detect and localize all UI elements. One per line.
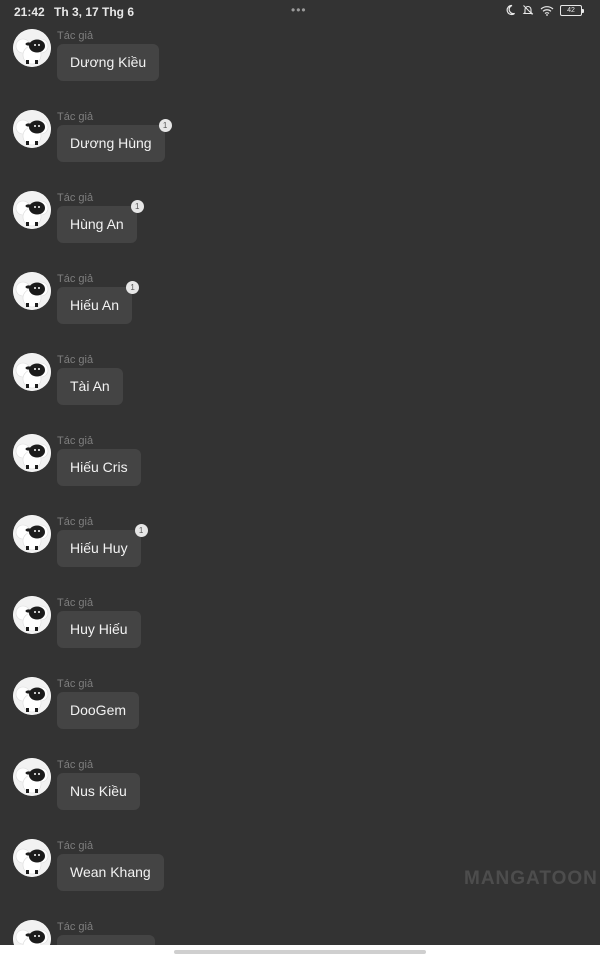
author-role-label: Tác giả <box>57 273 94 285</box>
message-item: Tác giả Nus Kiều <box>0 758 600 839</box>
message-item: Tác giả Huy Hiếu <box>0 596 600 677</box>
message-item: Tác giả Hiếu Huy 1 <box>0 515 600 596</box>
message-bubble[interactable]: Nus Kiều <box>57 773 140 810</box>
message-bubble[interactable]: Hiếu An 1 <box>57 281 140 324</box>
message-bubble[interactable]: Dương Hùng 1 <box>57 119 172 162</box>
bell-off-icon <box>522 4 534 16</box>
avatar[interactable] <box>13 353 51 391</box>
message-item: Tác giả Dương Hùng 1 <box>0 110 600 191</box>
author-role-label: Tác giả <box>57 516 94 528</box>
author-role-label: Tác giả <box>57 678 94 690</box>
message-text: DooGem <box>70 702 127 718</box>
message-item: Tác giả Hiếu Cris <box>0 434 600 515</box>
watermark-logo: MANGATOON <box>464 868 598 889</box>
more-dots-icon: ••• <box>291 3 307 17</box>
moon-icon <box>504 4 516 16</box>
message-text: Dương Hùng <box>70 135 152 151</box>
author-role-label: Tác giả <box>57 111 94 123</box>
message-text: Huy Hiếu <box>70 621 128 637</box>
message-list[interactable]: Tác giả Dương Kiều Tác giả Dương Hùng 1 T… <box>0 0 600 960</box>
avatar[interactable] <box>13 839 51 877</box>
avatar[interactable] <box>13 596 51 634</box>
avatar[interactable] <box>13 515 51 553</box>
message-item: Tác giả Dương Kiều <box>0 29 600 110</box>
message-item: Tác giả DooGem <box>0 677 600 758</box>
author-role-label: Tác giả <box>57 30 94 42</box>
author-role-label: Tác giả <box>57 435 94 447</box>
home-indicator[interactable] <box>174 950 426 954</box>
message-item: Tác giả Hùng An 1 <box>0 191 600 272</box>
avatar[interactable] <box>13 677 51 715</box>
unread-badge: 1 <box>126 281 140 294</box>
status-bar: 21:42 Th 3, 17 Thg 6 ••• 42 <box>0 0 600 24</box>
status-time: 21:42 <box>14 5 45 19</box>
message-bubble[interactable]: Dương Kiều <box>57 44 160 81</box>
message-text: Nus Kiều <box>70 783 127 799</box>
author-role-label: Tác giả <box>57 840 94 852</box>
message-text: Tài An <box>70 378 110 394</box>
avatar[interactable] <box>13 29 51 67</box>
message-bubble[interactable]: DooGem <box>57 692 140 729</box>
avatar[interactable] <box>13 272 51 310</box>
status-icons: 42 <box>504 4 584 16</box>
unread-badge: 1 <box>158 119 172 132</box>
avatar[interactable] <box>13 191 51 229</box>
message-item: Tác giả Hiếu An 1 <box>0 272 600 353</box>
message-bubble[interactable]: Hùng An 1 <box>57 200 144 243</box>
avatar[interactable] <box>13 110 51 148</box>
author-role-label: Tác giả <box>57 759 94 771</box>
message-item: Tác giả Tài An <box>0 353 600 434</box>
author-role-label: Tác giả <box>57 921 94 933</box>
message-bubble[interactable]: Tài An <box>57 368 123 405</box>
author-role-label: Tác giả <box>57 597 94 609</box>
message-bubble[interactable]: Hiếu Huy 1 <box>57 524 148 567</box>
message-text: Hiếu An <box>70 297 120 313</box>
status-date: Th 3, 17 Thg 6 <box>54 5 135 19</box>
battery-icon: 42 <box>560 4 584 16</box>
message-text: Hiếu Cris <box>70 459 128 475</box>
author-role-label: Tác giả <box>57 192 94 204</box>
message-text: Wean Khang <box>70 864 151 880</box>
author-role-label: Tác giả <box>57 354 94 366</box>
unread-badge: 1 <box>130 200 144 213</box>
message-bubble[interactable]: Wean Khang <box>57 854 164 891</box>
message-text: Dương Kiều <box>70 54 147 70</box>
avatar[interactable] <box>13 758 51 796</box>
message-text: Hùng An <box>70 216 124 232</box>
message-text: Hiếu Huy <box>70 540 128 556</box>
avatar[interactable] <box>13 434 51 472</box>
message-bubble[interactable]: Huy Hiếu <box>57 611 141 648</box>
message-bubble[interactable]: Hiếu Cris <box>57 449 141 486</box>
wifi-icon <box>540 5 554 16</box>
unread-badge: 1 <box>134 524 148 537</box>
